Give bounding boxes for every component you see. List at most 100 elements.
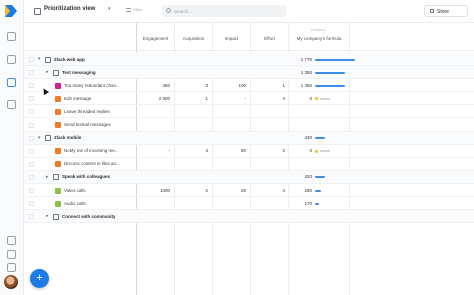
row-checkbox[interactable] xyxy=(29,161,34,167)
cell-formula-score: 250 xyxy=(304,187,312,193)
cell-engagement[interactable]: 450 xyxy=(137,83,170,88)
cell-acquisition[interactable]: 1 xyxy=(175,96,208,101)
table-row[interactable]: Audio calls 170 xyxy=(24,197,474,211)
feature-name[interactable]: Leave threaded replies xyxy=(64,109,134,114)
table-row[interactable]: Too many redundant chan... 450 3 100 1 1 350 xyxy=(24,79,474,93)
chevron-icon[interactable]: ▸ xyxy=(46,213,49,219)
component-icon xyxy=(53,69,59,76)
row-checkbox[interactable] xyxy=(29,188,34,193)
cell-effort[interactable]: 4 xyxy=(251,188,285,193)
cell-impact[interactable]: 25 xyxy=(213,188,246,193)
search-input[interactable] xyxy=(174,6,274,16)
feature-status-icon xyxy=(55,161,61,168)
column-header-acquisition[interactable]: Acquisition xyxy=(175,36,212,41)
cell-effort[interactable]: 4 xyxy=(251,96,285,101)
roadmap-icon[interactable] xyxy=(7,78,16,87)
cell-impact[interactable]: - xyxy=(213,96,247,101)
column-header-formula[interactable]: My company's formula xyxy=(289,36,349,41)
group-label[interactable]: Zlack web app xyxy=(54,57,134,62)
cell-impact[interactable]: 80 xyxy=(213,148,246,153)
table-row[interactable]: Leave threaded replies xyxy=(24,105,474,119)
cell-acquisition[interactable]: 4 xyxy=(175,148,208,153)
column-header-effort[interactable]: Effort xyxy=(251,36,288,41)
group-row[interactable]: ▸ Speak with colleagues 420 xyxy=(24,170,474,184)
group-row[interactable]: ▾ Zlack mobile 420 xyxy=(24,131,474,145)
chevron-icon[interactable]: ▾ xyxy=(38,135,41,141)
row-checkbox[interactable] xyxy=(29,57,34,62)
view-title[interactable]: Prioritization view xyxy=(44,6,95,12)
score-dot xyxy=(315,97,318,101)
row-checkbox[interactable] xyxy=(29,135,34,141)
view-icon xyxy=(34,8,41,15)
feature-status-icon xyxy=(55,82,61,89)
chevron-icon[interactable]: ▾ xyxy=(38,56,41,62)
cell-formula-score: 1 770 xyxy=(300,56,312,62)
cell-effort[interactable]: 2 xyxy=(251,148,285,153)
feature-name[interactable]: Video calls xyxy=(64,188,134,193)
group-label[interactable]: Connect with community xyxy=(62,214,134,219)
component-icon xyxy=(53,213,59,220)
table-row[interactable]: Video calls 1000 2 25 4 250 xyxy=(24,184,474,197)
cell-impact[interactable]: 100 xyxy=(213,83,246,88)
insights-icon[interactable] xyxy=(7,32,16,41)
row-checkbox[interactable] xyxy=(29,70,34,76)
search-box[interactable] xyxy=(162,5,286,17)
feature-name[interactable]: Too many redundant chan... xyxy=(64,83,134,88)
row-checkbox[interactable] xyxy=(29,83,34,89)
row-checkbox[interactable] xyxy=(29,109,34,115)
score-bar xyxy=(315,176,325,179)
cell-acquisition[interactable]: 2 xyxy=(175,188,208,193)
feature-name[interactable]: Edit message xyxy=(64,96,134,101)
table-row[interactable]: Edit message 2 000 1-4 0 xyxy=(24,92,474,106)
score-bar xyxy=(315,58,355,61)
add-button[interactable]: + xyxy=(30,269,49,288)
row-checkbox[interactable] xyxy=(29,174,34,180)
column-header-impact[interactable]: Impact xyxy=(213,36,250,41)
productboard-logo-icon[interactable] xyxy=(4,4,18,18)
score-bar xyxy=(315,137,325,140)
group-label[interactable]: Speak with colleagues xyxy=(62,174,134,179)
row-checkbox[interactable] xyxy=(29,96,34,102)
cell-engagement[interactable]: 2 000 xyxy=(137,96,170,101)
row-checkbox[interactable] xyxy=(29,214,34,220)
table-row[interactable]: Notify me of incoming me... -4 80 2 0 xyxy=(24,145,474,158)
column-header-engagement[interactable]: Engagement xyxy=(137,36,174,41)
chevron-icon[interactable]: ▸ xyxy=(46,174,49,180)
table-row[interactable]: Discuss content in files an... xyxy=(24,158,474,171)
cell-engagement[interactable]: 1000 xyxy=(137,188,170,193)
group-label[interactable]: Zlack mobile xyxy=(54,135,134,140)
row-checkbox[interactable] xyxy=(29,148,34,154)
help-icon[interactable] xyxy=(7,250,16,259)
cell-engagement[interactable]: - xyxy=(137,148,171,153)
cell-acquisition[interactable]: 3 xyxy=(175,83,208,88)
filter-button[interactable]: Filter xyxy=(126,7,142,12)
notifications-icon[interactable] xyxy=(7,263,16,272)
notes-icon[interactable] xyxy=(7,236,16,245)
cell-formula-score: 1 350 xyxy=(300,69,312,75)
feature-status-icon xyxy=(55,187,61,194)
feature-name[interactable]: Send textual messages xyxy=(64,122,134,127)
cell-formula-score: 1 350 xyxy=(300,82,312,88)
group-label[interactable]: Text messaging xyxy=(62,70,134,75)
group-row[interactable]: ▾ Zlack web app 1 770 xyxy=(24,53,474,66)
feature-name[interactable]: Notify me of incoming me... xyxy=(64,148,134,153)
feature-name[interactable]: Audio calls xyxy=(64,201,134,206)
chevron-icon[interactable]: ▸ xyxy=(46,69,49,75)
row-checkbox[interactable] xyxy=(29,122,34,128)
chevron-down-icon[interactable]: ▾ xyxy=(108,6,111,12)
cell-effort[interactable]: 1 xyxy=(251,83,285,88)
group-row[interactable]: ▸ Text messaging 1 350 xyxy=(24,66,474,80)
score-bar xyxy=(315,71,346,74)
table-row[interactable]: Send textual messages xyxy=(24,119,474,132)
user-avatar[interactable] xyxy=(4,275,18,289)
features-icon[interactable] xyxy=(7,55,16,64)
score-bar xyxy=(320,97,330,100)
portal-icon[interactable] xyxy=(7,100,16,109)
row-checkbox[interactable] xyxy=(29,201,34,207)
group-row[interactable]: ▸ Connect with community xyxy=(24,210,474,224)
feature-name[interactable]: Discuss content in files an... xyxy=(64,161,134,166)
product-icon xyxy=(45,56,51,63)
cell-formula-score: 420 xyxy=(304,174,312,180)
store-button[interactable]: Store xyxy=(424,5,468,17)
feature-status-icon xyxy=(55,108,61,115)
